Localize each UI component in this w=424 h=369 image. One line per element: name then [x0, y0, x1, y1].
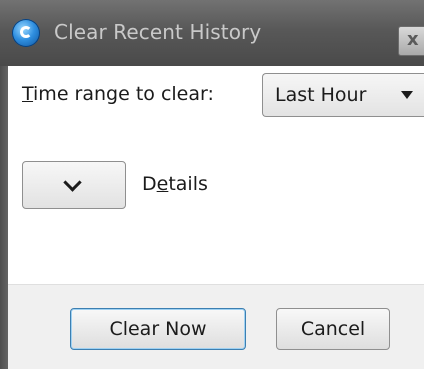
- clear-now-button[interactable]: Clear Now: [70, 308, 246, 350]
- window-title: Clear Recent History: [54, 20, 262, 44]
- cancel-button[interactable]: Cancel: [276, 308, 390, 350]
- app-globe-icon: [12, 19, 40, 47]
- time-range-value: Last Hour: [275, 84, 367, 106]
- chevron-down-icon: [63, 173, 82, 192]
- details-label[interactable]: Details: [142, 173, 208, 195]
- time-range-select[interactable]: Last Hour: [262, 73, 424, 117]
- details-expander-button[interactable]: [22, 161, 126, 209]
- time-range-label: Time range to clear:: [22, 83, 214, 105]
- window-frame-left: [0, 66, 8, 369]
- close-icon: x: [407, 29, 419, 50]
- close-button[interactable]: x: [398, 26, 424, 56]
- title-bar: Clear Recent History x: [0, 0, 424, 66]
- dropdown-arrow-icon: [401, 91, 413, 99]
